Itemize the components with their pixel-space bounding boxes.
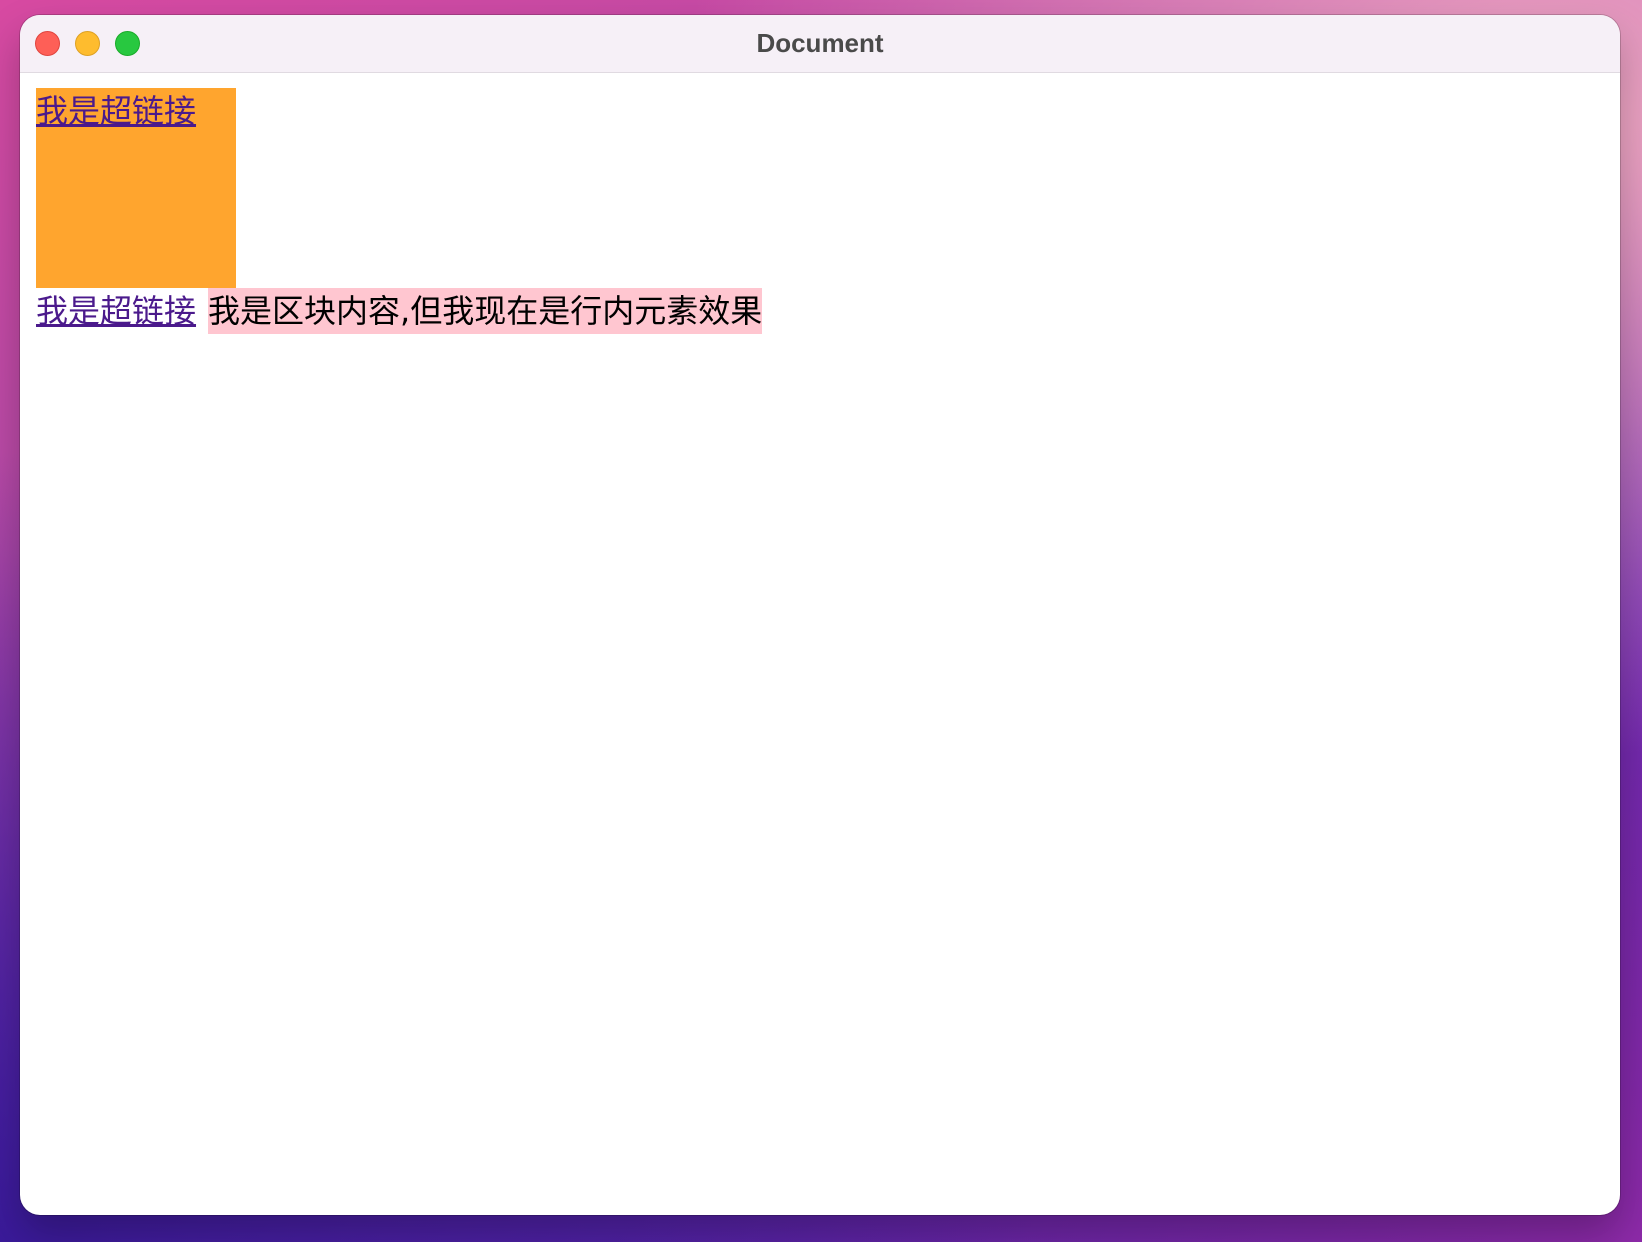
title-bar[interactable]: Document xyxy=(20,15,1620,73)
block-hyperlink[interactable]: 我是超链接 xyxy=(36,88,236,288)
page-content: 我是超链接 我是超链接 我是区块内容,但我现在是行内元素效果 xyxy=(20,73,1620,1215)
inline-hyperlink[interactable]: 我是超链接 xyxy=(36,292,196,330)
browser-window: Document 我是超链接 我是超链接 我是区块内容,但我现在是行内元素效果 xyxy=(20,15,1620,1215)
window-title: Document xyxy=(756,28,884,58)
inline-row: 我是超链接 我是区块内容,但我现在是行内元素效果 xyxy=(36,288,763,334)
inline-block-div: 我是区块内容,但我现在是行内元素效果 xyxy=(208,288,763,334)
